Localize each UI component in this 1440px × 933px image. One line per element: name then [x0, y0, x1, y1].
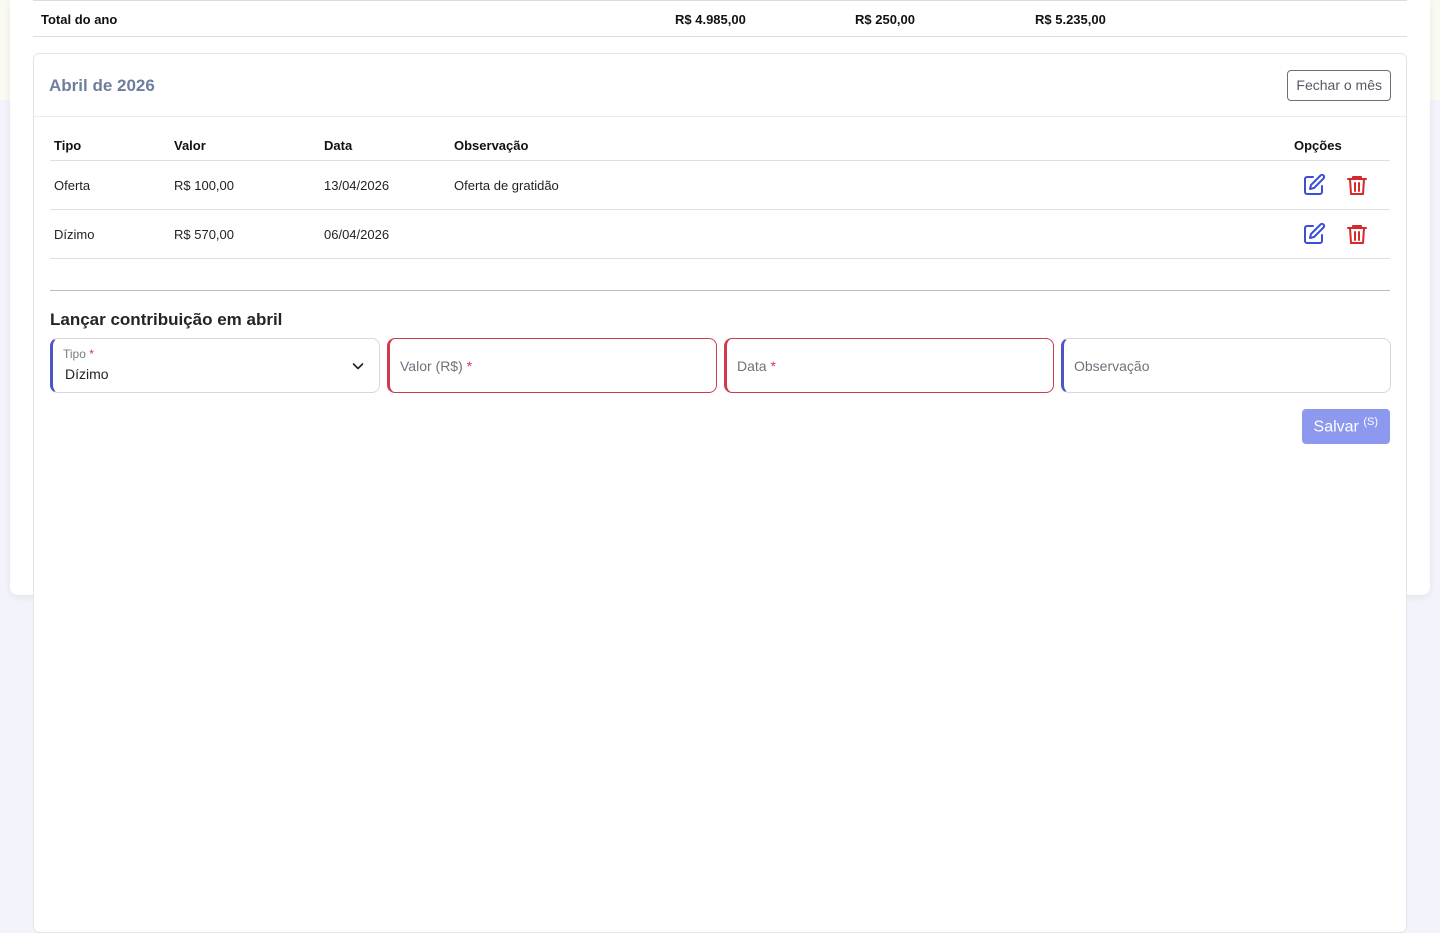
month-panel-header: Abril de 2026 Fechar o mês	[34, 54, 1406, 117]
delete-button[interactable]	[1345, 173, 1369, 197]
contributions-table: Tipo Valor Data Observação Opções Oferta…	[50, 129, 1390, 259]
table-row: Dízimo R$ 570,00 06/04/2026	[50, 210, 1390, 259]
row-tipo: Oferta	[54, 178, 91, 193]
section-divider	[50, 290, 1390, 291]
year-total-col3: R$ 5.235,00	[1035, 12, 1106, 27]
valor-input[interactable]: Valor (R$) *	[387, 338, 717, 393]
tipo-select[interactable]: Tipo * Dízimo	[50, 338, 380, 393]
trash-icon	[1347, 176, 1367, 195]
table-header: Tipo Valor Data Observação Opções	[50, 129, 1390, 161]
row-valor: R$ 570,00	[174, 227, 234, 242]
header-opcoes: Opções	[1294, 138, 1342, 153]
save-shortcut: (S)	[1363, 416, 1378, 429]
tipo-value: Dízimo	[65, 366, 109, 382]
form-title: Lançar contribuição em abril	[50, 310, 283, 329]
edit-button[interactable]	[1302, 222, 1326, 246]
header-observacao: Observação	[454, 138, 529, 153]
year-total-label: Total do ano	[41, 12, 118, 27]
data-placeholder: Data *	[737, 358, 776, 374]
year-total-col1: R$ 4.985,00	[675, 12, 746, 27]
header-valor: Valor	[174, 138, 206, 153]
chevron-down-icon	[352, 363, 364, 370]
delete-button[interactable]	[1345, 222, 1369, 246]
row-data: 06/04/2026	[324, 227, 390, 242]
observacao-placeholder: Observação	[1074, 358, 1150, 374]
edit-button[interactable]	[1302, 173, 1326, 197]
data-input[interactable]: Data *	[724, 338, 1054, 393]
row-observacao: Oferta de gratidão	[454, 178, 559, 193]
row-tipo: Dízimo	[54, 227, 95, 242]
month-title: Abril de 2026	[49, 76, 155, 95]
header-data: Data	[324, 138, 353, 153]
observacao-input[interactable]: Observação	[1061, 338, 1391, 393]
month-panel: Abril de 2026 Fechar o mês Tipo Valor Da…	[33, 53, 1407, 933]
year-total-col2: R$ 250,00	[855, 12, 915, 27]
valor-placeholder: Valor (R$) *	[400, 358, 473, 374]
edit-icon	[1304, 222, 1326, 244]
close-month-button[interactable]: Fechar o mês	[1287, 70, 1391, 101]
header-tipo: Tipo	[54, 138, 82, 153]
save-button[interactable]: Salvar (S)	[1301, 409, 1390, 444]
trash-icon	[1347, 225, 1367, 244]
edit-icon	[1304, 173, 1326, 195]
tipo-label: Tipo *	[63, 347, 94, 361]
row-data: 13/04/2026	[324, 178, 390, 193]
row-valor: R$ 100,00	[174, 178, 234, 193]
year-total-row: Total do ano R$ 4.985,00 R$ 250,00 R$ 5.…	[33, 0, 1407, 37]
table-row: Oferta R$ 100,00 13/04/2026 Oferta de gr…	[50, 161, 1390, 210]
